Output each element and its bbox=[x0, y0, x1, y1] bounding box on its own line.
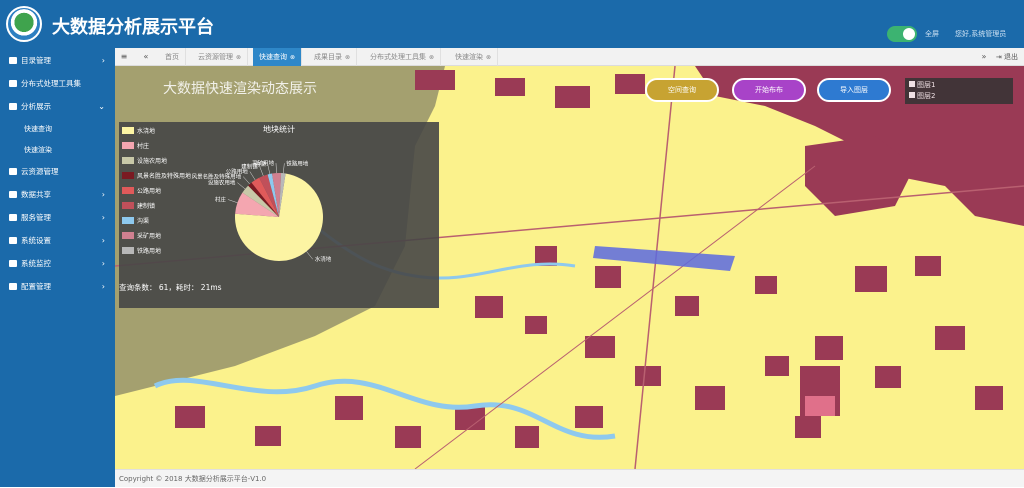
sidebar-item-settings[interactable]: 系统设置 › bbox=[0, 230, 115, 252]
footer: Copyright © 2018 大数据分析展示平台-V1.0 bbox=[115, 469, 1024, 487]
grid-icon bbox=[9, 57, 17, 64]
sidebar-item-label: 数据共享 bbox=[21, 190, 51, 199]
chevron-right-icon: › bbox=[101, 282, 105, 291]
layer-row-2[interactable]: 图层2 bbox=[909, 91, 1009, 102]
tab-label: 成果目录 bbox=[314, 53, 342, 61]
fullscreen-toggle[interactable] bbox=[887, 26, 917, 42]
map-view[interactable]: 大数据快速渲染动态展示 空间查询 开始布布 导入图层 图层1 图层2 地块统计 … bbox=[115, 66, 1024, 469]
sidebar-item-service[interactable]: 服务管理 › bbox=[0, 207, 115, 229]
chevron-right-icon: › bbox=[101, 213, 105, 222]
layer-row-1[interactable]: 图层1 bbox=[909, 80, 1009, 91]
layer-label: 图层1 bbox=[917, 81, 936, 89]
tab-distributed-tools[interactable]: 分布式处理工具集 ⊗ bbox=[364, 48, 442, 66]
tab-label: 首页 bbox=[165, 53, 179, 61]
sidebar-item-label: 目录管理 bbox=[21, 56, 51, 65]
pie-label: 水浇地 bbox=[315, 255, 332, 263]
close-icon[interactable]: ⊗ bbox=[236, 54, 241, 61]
file-icon bbox=[9, 80, 17, 87]
sidebar-subitem-quick-render[interactable]: 快速渲染 bbox=[0, 140, 115, 160]
start-layout-button[interactable]: 开始布布 bbox=[732, 78, 806, 102]
sidebar-item-label: 系统设置 bbox=[21, 236, 51, 245]
app-logo bbox=[6, 6, 42, 42]
share-icon bbox=[9, 191, 17, 198]
chevron-right-icon: › bbox=[101, 190, 105, 199]
chevron-down-icon: ⌄ bbox=[98, 102, 105, 111]
close-icon[interactable]: ⊗ bbox=[345, 54, 350, 61]
sidebar-item-label: 配置管理 bbox=[21, 282, 51, 291]
sidebar-item-analysis[interactable]: 分析展示 ⌄ bbox=[0, 96, 115, 118]
sidebar-item-catalog[interactable]: 目录管理 › bbox=[0, 50, 115, 72]
query-info: 查询条数： 61，耗时： 21ms bbox=[119, 283, 222, 292]
tab-bar: ≡ « 首页 云资源管理 ⊗ 快速查询 ⊗ 成果目录 ⊗ 分布式处理工具集 ⊗ 快速渲染… bbox=[115, 48, 1024, 66]
layer-switcher: 图层1 图层2 bbox=[905, 78, 1013, 104]
list-icon bbox=[9, 214, 17, 221]
close-icon[interactable]: ⊗ bbox=[429, 54, 434, 61]
sidebar-item-label: 服务管理 bbox=[21, 213, 51, 222]
sidebar-item-label: 分布式处理工具集 bbox=[21, 79, 81, 88]
menu-icon[interactable]: ≡ bbox=[115, 48, 133, 66]
sidebar-item-data-share[interactable]: 数据共享 › bbox=[0, 184, 115, 206]
pie-label-leader bbox=[237, 182, 246, 190]
sidebar-item-label: 云资源管理 bbox=[21, 167, 59, 176]
top-header: 大数据分析展示平台 全屏 您好,系统管理员 bbox=[0, 0, 1024, 48]
tab-cloud[interactable]: 云资源管理 ⊗ bbox=[192, 48, 249, 66]
chevron-right-icon: › bbox=[101, 259, 105, 268]
pie-chart: 水浇地村庄设施农用地风景名胜及特殊用地公路用地建制镇沟渠采矿用地 铁路用地 bbox=[192, 159, 332, 263]
tab-quick-query[interactable]: 快速查询 ⊗ bbox=[253, 48, 303, 66]
tab-quick-render[interactable]: 快速渲染 ⊗ bbox=[449, 48, 499, 66]
pie-label-leader bbox=[306, 251, 313, 260]
close-icon[interactable]: ⊗ bbox=[290, 54, 295, 61]
sidebar-subitem-quick-query[interactable]: 快速查询 bbox=[0, 119, 115, 139]
pie-label-leader bbox=[227, 199, 238, 203]
sidebar-item-label: 分析展示 bbox=[21, 102, 51, 111]
cloud-icon bbox=[9, 168, 17, 175]
map-overlay-title: 大数据快速渲染动态展示 bbox=[163, 81, 317, 97]
tab-scroll-left-icon[interactable]: « bbox=[137, 48, 155, 66]
sidebar: 目录管理 › 分布式处理工具集 分析展示 ⌄ 快速查询 快速渲染 云资源管理 数据共… bbox=[0, 48, 115, 487]
wrench-icon bbox=[9, 283, 17, 290]
close-icon[interactable]: ⊗ bbox=[486, 54, 491, 61]
gear-icon bbox=[9, 237, 17, 244]
fullscreen-label: 全屏 bbox=[925, 30, 939, 38]
tab-label: 分布式处理工具集 bbox=[370, 53, 426, 61]
tab-results[interactable]: 成果目录 ⊗ bbox=[308, 48, 358, 66]
app-title: 大数据分析展示平台 bbox=[52, 17, 214, 38]
tab-label: 云资源管理 bbox=[198, 53, 233, 61]
user-greeting[interactable]: 您好,系统管理员 bbox=[955, 29, 1006, 39]
pie-label-leader bbox=[249, 171, 256, 181]
pie-label: 铁路用地 bbox=[286, 159, 309, 167]
sidebar-item-monitor[interactable]: 系统监控 › bbox=[0, 253, 115, 275]
logout-button[interactable]: ⇥ 退出 bbox=[996, 48, 1018, 66]
camera-icon bbox=[9, 260, 17, 267]
pie-label-leader bbox=[283, 163, 285, 174]
import-layer-button[interactable]: 导入图层 bbox=[817, 78, 891, 102]
tab-home[interactable]: 首页 bbox=[159, 48, 186, 66]
sidebar-item-distributed-tools[interactable]: 分布式处理工具集 bbox=[0, 73, 115, 95]
pie-label-leader bbox=[275, 163, 277, 174]
tab-label: 快速查询 bbox=[259, 53, 287, 61]
layer-label: 图层2 bbox=[917, 92, 936, 100]
logout-icon: ⇥ bbox=[995, 53, 1002, 61]
checkbox-icon[interactable] bbox=[909, 92, 915, 98]
pie-label-leader bbox=[242, 176, 250, 185]
checkbox-icon[interactable] bbox=[909, 81, 915, 87]
chevron-right-icon: › bbox=[101, 236, 105, 245]
chart-icon bbox=[9, 103, 17, 110]
tab-label: 快速渲染 bbox=[455, 53, 483, 61]
pie-label: 采矿用地 bbox=[252, 159, 275, 167]
chevron-right-icon: › bbox=[101, 56, 105, 65]
tab-scroll-right-icon[interactable]: » bbox=[975, 48, 993, 66]
spatial-query-button[interactable]: 空间查询 bbox=[645, 78, 719, 102]
stats-panel: 地块统计 水浇地 村庄 设施农用地 风景名胜及特殊用地 公路用地 建制镇 沟渠 采矿用地 铁路用… bbox=[119, 122, 439, 308]
logout-label: 退出 bbox=[1004, 53, 1018, 61]
sidebar-item-cloud[interactable]: 云资源管理 bbox=[0, 161, 115, 183]
pie-label: 村庄 bbox=[215, 195, 227, 203]
sidebar-item-config[interactable]: 配置管理 › bbox=[0, 276, 115, 298]
sidebar-item-label: 系统监控 bbox=[21, 259, 51, 268]
